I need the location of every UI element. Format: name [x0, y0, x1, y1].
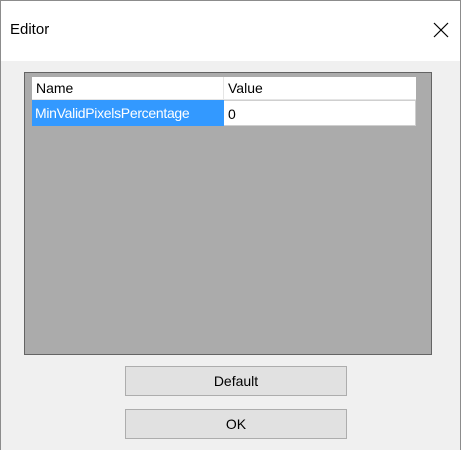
window-title: Editor	[10, 21, 50, 38]
column-header-name[interactable]: Name	[32, 77, 224, 100]
row-name-cell[interactable]: MinValidPixelsPercentage	[32, 100, 224, 126]
editor-window: Editor Name Value MinValidPixelsPercenta…	[0, 0, 461, 450]
ok-button[interactable]: OK	[125, 409, 347, 439]
close-button[interactable]	[422, 12, 460, 50]
property-grid[interactable]: Name Value MinValidPixelsPercentage 0	[24, 72, 432, 355]
default-button[interactable]: Default	[125, 366, 347, 396]
row-value-cell[interactable]: 0	[224, 100, 416, 126]
title-bar[interactable]: Editor	[1, 1, 460, 61]
table-row[interactable]: MinValidPixelsPercentage 0	[32, 100, 416, 126]
column-header-value[interactable]: Value	[224, 77, 416, 100]
close-icon	[433, 22, 449, 38]
grid-header: Name Value	[32, 77, 416, 100]
